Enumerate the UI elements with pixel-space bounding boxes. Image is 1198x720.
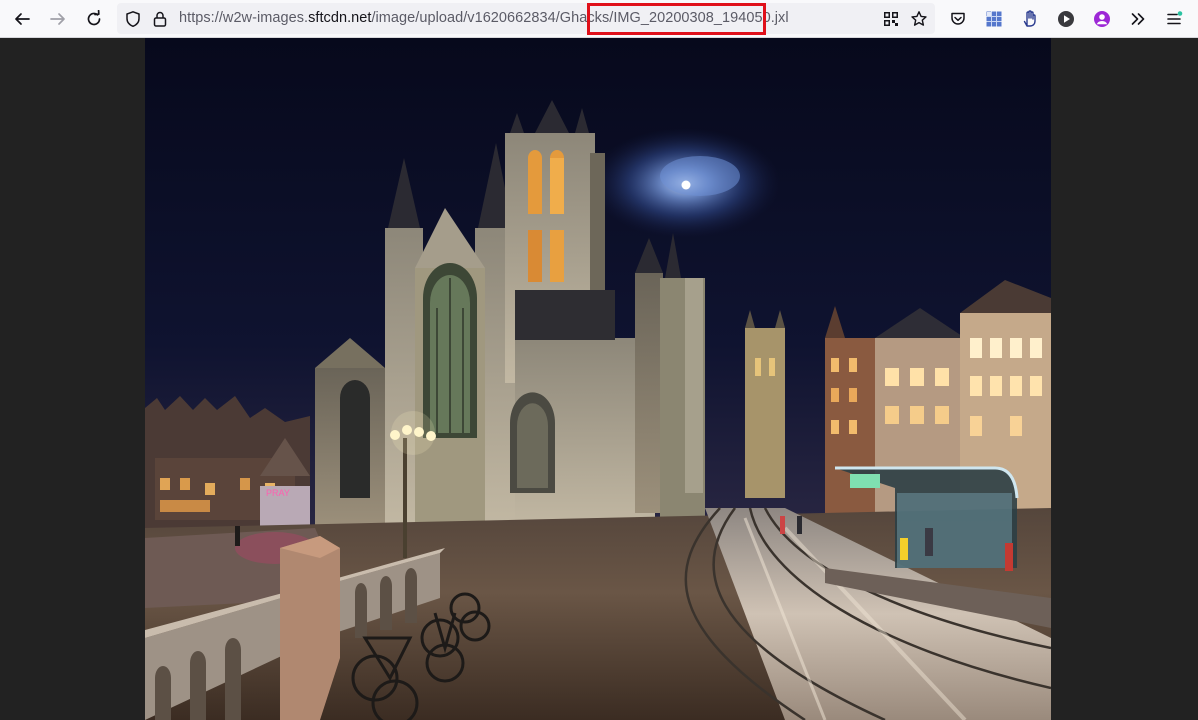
app-menu-button[interactable]	[1160, 5, 1188, 33]
pocket-button[interactable]	[944, 5, 972, 33]
back-button[interactable]	[8, 5, 36, 33]
url-path: /image/upload/v1620662834/Ghacks/IMG_202…	[371, 10, 789, 26]
neon-sign: PRAY	[266, 488, 290, 498]
night-cathedral-photo[interactable]: PRAY	[145, 38, 1051, 720]
bookmark-button[interactable]	[905, 5, 933, 33]
image-viewer: PRAY	[0, 38, 1198, 720]
url-domain: sftcdn.net	[308, 10, 372, 26]
hamburger-menu-icon	[1167, 11, 1183, 25]
moon	[681, 180, 691, 190]
shield-icon	[126, 11, 140, 28]
back-arrow-icon	[15, 13, 30, 25]
site-info-button[interactable]	[146, 5, 174, 33]
account-icon	[1094, 11, 1110, 27]
url-prefix: https://w2w-images.	[179, 10, 309, 26]
hand-extension-button[interactable]	[1016, 5, 1044, 33]
forward-button[interactable]	[44, 5, 72, 33]
url-text[interactable]: https://w2w-images.sftcdn.net/image/uplo…	[179, 10, 789, 27]
grid-extension-button[interactable]	[980, 5, 1008, 33]
reload-button[interactable]	[80, 5, 108, 33]
reload-icon	[87, 10, 101, 26]
qr-code-icon	[884, 12, 898, 26]
hand-extension-icon	[1023, 10, 1036, 27]
play-icon	[1058, 11, 1074, 27]
forward-arrow-icon	[50, 13, 65, 25]
browser-toolbar: https://w2w-images.sftcdn.net/image/uplo…	[0, 0, 1198, 38]
tracking-protection-button[interactable]	[119, 5, 147, 33]
account-button[interactable]	[1088, 5, 1116, 33]
star-icon	[911, 11, 927, 26]
address-bar[interactable]: https://w2w-images.sftcdn.net/image/uplo…	[117, 3, 935, 34]
grid-extension-icon	[986, 11, 1002, 27]
lock-icon	[153, 11, 167, 27]
qr-code-button[interactable]	[877, 5, 905, 33]
pocket-icon	[951, 12, 965, 25]
overflow-menu-button[interactable]	[1124, 5, 1152, 33]
chevrons-right-icon	[1131, 13, 1145, 25]
play-extension-button[interactable]	[1052, 5, 1080, 33]
